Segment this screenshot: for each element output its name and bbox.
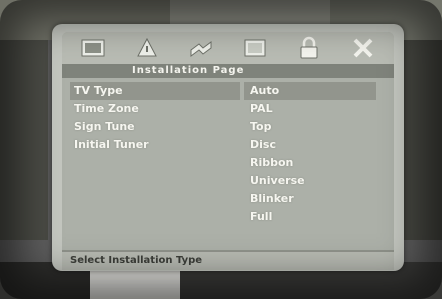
background-bar (0, 40, 48, 240)
option-item[interactable]: Blinker (244, 190, 376, 208)
preference-icon[interactable] (242, 36, 268, 60)
option-item[interactable]: Full (244, 208, 376, 226)
setup-menu: TV Type Time Zone Sign Tune Initial Tune… (70, 82, 240, 154)
option-item[interactable]: Disc (244, 136, 376, 154)
option-item[interactable]: Universe (244, 172, 376, 190)
option-item[interactable]: Top (244, 118, 376, 136)
video-setup-icon[interactable] (188, 36, 214, 60)
general-setup-icon[interactable] (80, 36, 106, 60)
osd-menu-panel: Installation Page TV Type Time Zone Sign… (52, 24, 404, 271)
menu-item-tv-type[interactable]: TV Type (70, 82, 240, 100)
option-list: Auto PAL Top Disc Ribbon Universe Blinke… (244, 82, 376, 226)
menu-item-time-zone[interactable]: Time Zone (70, 100, 240, 118)
page-title-bar: Installation Page (62, 64, 394, 78)
menu-item-initial-tuner[interactable]: Initial Tuner (70, 136, 240, 154)
option-item[interactable]: Ribbon (244, 154, 376, 172)
option-item[interactable]: PAL (244, 100, 376, 118)
exit-icon[interactable] (350, 36, 376, 60)
lock-icon[interactable] (296, 36, 322, 60)
menu-item-sign-tune[interactable]: Sign Tune (70, 118, 240, 136)
status-bar: Select Installation Type (62, 250, 394, 270)
tab-icon-bar (62, 32, 394, 64)
audio-setup-icon[interactable] (134, 36, 160, 60)
page-title: Installation Page (132, 65, 245, 76)
background-bar (400, 40, 442, 240)
option-item[interactable]: Auto (244, 82, 376, 100)
status-text: Select Installation Type (70, 255, 203, 266)
